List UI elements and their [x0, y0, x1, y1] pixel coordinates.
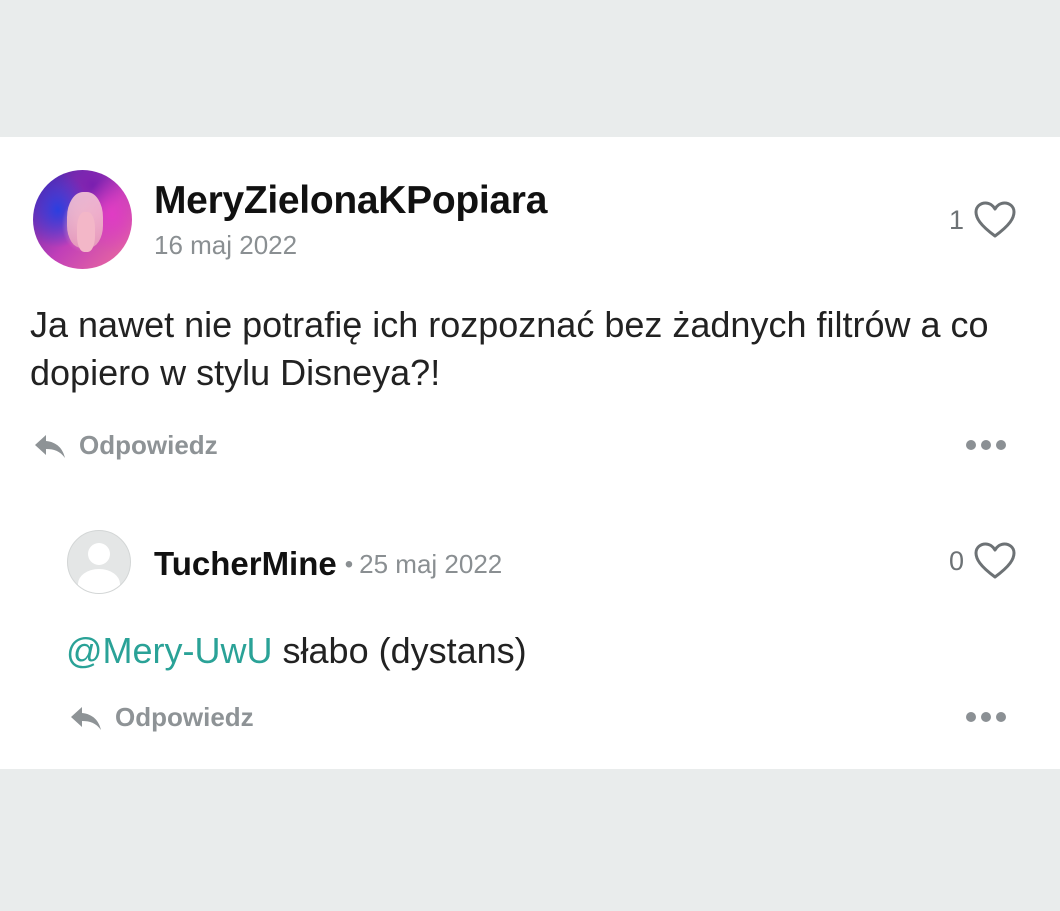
- like-count: 1: [948, 204, 964, 235]
- user-mention[interactable]: @Mery-UwU: [66, 630, 273, 671]
- reply-header: TucherMine • 25 maj 2022: [154, 545, 502, 583]
- reply-label: Odpowiedz: [79, 430, 218, 460]
- default-user-icon: [88, 543, 110, 565]
- reply-arrow-icon: [35, 434, 65, 458]
- avatar[interactable]: [67, 530, 131, 594]
- reply-button[interactable]: Odpowiedz: [33, 430, 218, 461]
- more-options-icon[interactable]: [966, 438, 1008, 452]
- comment-text: Ja nawet nie potrafię ich rozpoznać bez …: [30, 304, 989, 393]
- avatar-hand: [77, 212, 95, 252]
- comment-date: 16 maj 2022: [154, 230, 298, 260]
- separator-dot: •: [344, 551, 354, 578]
- reply-label: Odpowiedz: [115, 702, 254, 732]
- heart-icon[interactable]: [974, 201, 1016, 239]
- heart-icon[interactable]: [974, 542, 1016, 580]
- like-button[interactable]: 1: [949, 201, 1016, 239]
- more-options-icon[interactable]: [966, 710, 1008, 724]
- like-count: 0: [948, 545, 964, 576]
- reply-button[interactable]: Odpowiedz: [69, 702, 254, 733]
- like-button[interactable]: 0: [949, 542, 1016, 580]
- username[interactable]: MeryZielonaKPopiara: [154, 179, 547, 223]
- default-user-body: [78, 569, 120, 593]
- comment-date: 25 maj 2022: [359, 549, 503, 579]
- comment-body: słabo (dystans): [272, 630, 527, 671]
- reply-arrow-icon: [71, 706, 101, 730]
- avatar[interactable]: [33, 170, 132, 269]
- comment-text: @Mery-UwU słabo (dystans): [66, 627, 527, 675]
- username[interactable]: TucherMine: [154, 545, 337, 582]
- comment-thread: MeryZielonaKPopiara 16 maj 2022 1 Ja naw…: [0, 137, 1060, 769]
